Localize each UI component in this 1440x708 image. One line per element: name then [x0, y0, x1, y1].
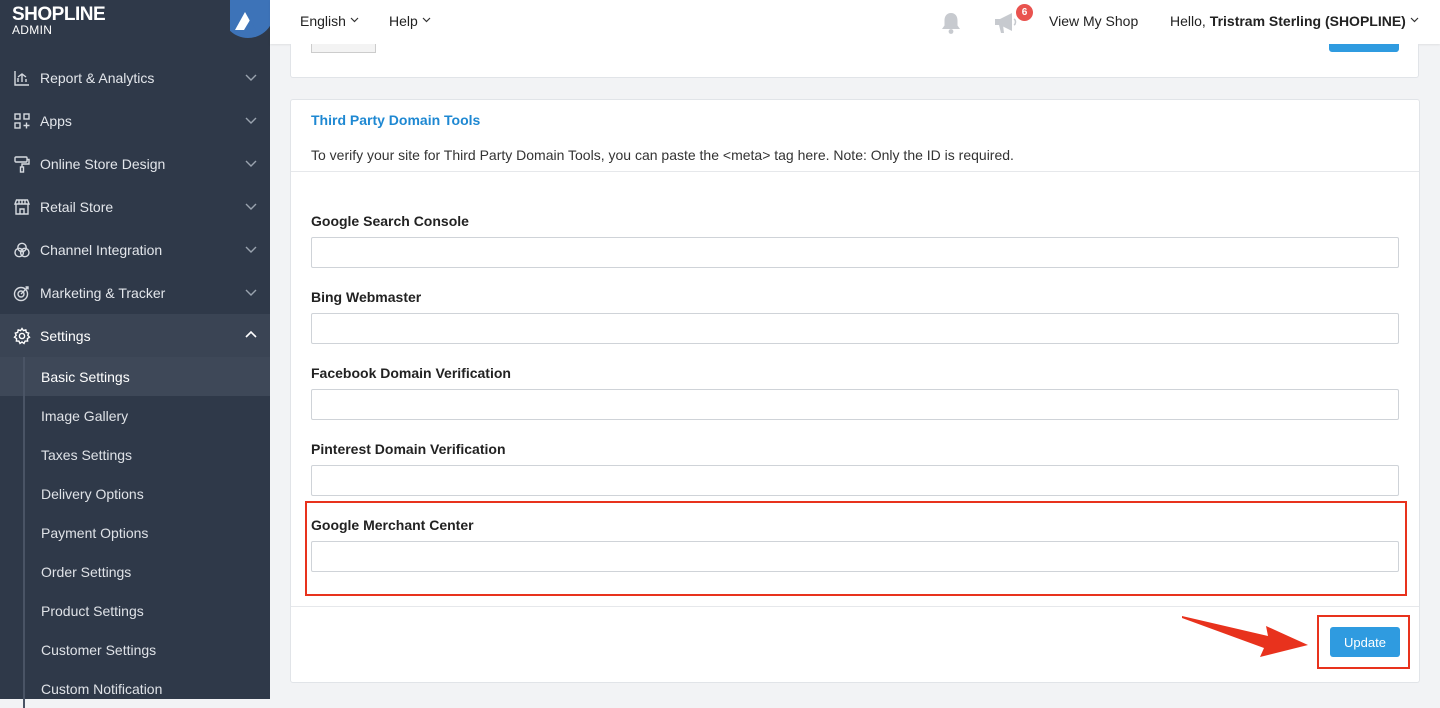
divider	[291, 606, 1419, 607]
sidebar-item-channel-integration[interactable]: Channel Integration	[0, 228, 270, 271]
brand-logo-text: SHOPLINE	[12, 4, 106, 25]
chart-icon	[12, 68, 32, 88]
sidebar-subitem-customer-settings[interactable]: Customer Settings	[0, 630, 270, 669]
chevron-down-icon	[244, 285, 258, 299]
target-icon	[12, 283, 32, 303]
help-label: Help	[389, 13, 418, 29]
chevron-down-icon	[244, 113, 258, 127]
chevron-down-icon	[350, 15, 359, 27]
card-description: To verify your site for Third Party Doma…	[311, 147, 1014, 163]
sidebar-item-label: Marketing & Tracker	[40, 284, 166, 301]
card-title: Third Party Domain Tools	[311, 112, 481, 128]
facebook-domain-verification-label: Facebook Domain Verification	[311, 365, 511, 381]
sidebar-item-retail-store[interactable]: Retail Store	[0, 185, 270, 228]
sidebar-item-settings[interactable]: Settings	[0, 314, 270, 357]
gear-icon	[12, 326, 32, 346]
help-dropdown[interactable]: Help	[389, 13, 431, 29]
chevron-down-icon	[244, 242, 258, 256]
chevron-down-icon	[1410, 15, 1419, 27]
top-bar: English Help 6 View My Shop Hello, Trist…	[270, 0, 1440, 44]
brand-mark-icon	[222, 0, 274, 38]
brand-logo[interactable]: SHOPLINE ADMIN	[12, 4, 252, 40]
sidebar-subitem-order-settings[interactable]: Order Settings	[0, 552, 270, 591]
sidebar-subitem-product-settings[interactable]: Product Settings	[0, 591, 270, 630]
language-label: English	[300, 13, 346, 29]
divider	[291, 171, 1419, 172]
google-search-console-input[interactable]	[311, 237, 1399, 268]
apps-icon	[12, 111, 32, 131]
store-icon	[12, 197, 32, 217]
sidebar-subitem-image-gallery[interactable]: Image Gallery	[0, 396, 270, 435]
bing-webmaster-label: Bing Webmaster	[311, 289, 422, 305]
sidebar-item-label: Channel Integration	[40, 241, 163, 258]
bell-icon[interactable]	[938, 10, 964, 36]
brand-logo-sub: ADMIN	[12, 23, 53, 37]
sidebar-item-label: Settings	[40, 327, 91, 344]
chevron-down-icon	[244, 70, 258, 84]
sidebar-subitem-taxes-settings[interactable]: Taxes Settings	[0, 435, 270, 474]
channel-icon	[12, 240, 32, 260]
chevron-down-icon	[422, 15, 431, 27]
google-merchant-center-input[interactable]	[311, 541, 1399, 572]
sidebar-item-label: Online Store Design	[40, 155, 166, 172]
notification-badge: 6	[1016, 4, 1033, 21]
sidebar-nav: Report & Analytics Apps Online Store Des…	[0, 56, 270, 708]
language-dropdown[interactable]: English	[300, 13, 359, 29]
paint-roller-icon	[12, 154, 32, 174]
previous-card-button[interactable]	[311, 44, 376, 53]
google-search-console-label: Google Search Console	[311, 213, 469, 229]
user-menu[interactable]: Hello, Tristram Sterling (SHOPLINE)	[1170, 13, 1419, 29]
bing-webmaster-input[interactable]	[311, 313, 1399, 344]
sidebar-subitem-custom-notification[interactable]: Custom Notification	[0, 669, 270, 708]
user-name: Tristram Sterling (SHOPLINE)	[1209, 13, 1406, 29]
sidebar-subitem-delivery-options[interactable]: Delivery Options	[0, 474, 270, 513]
sidebar-item-marketing-tracker[interactable]: Marketing & Tracker	[0, 271, 270, 314]
google-merchant-center-label: Google Merchant Center	[311, 517, 474, 533]
third-party-domain-tools-card: Third Party Domain Tools To verify your …	[290, 99, 1420, 683]
sidebar-subitem-basic-settings[interactable]: Basic Settings	[0, 357, 270, 396]
settings-submenu: Basic Settings Image Gallery Taxes Setti…	[0, 357, 270, 708]
chevron-down-icon	[244, 156, 258, 170]
chevron-down-icon	[244, 199, 258, 213]
facebook-domain-verification-input[interactable]	[311, 389, 1399, 420]
previous-card	[290, 44, 1419, 78]
pinterest-domain-verification-label: Pinterest Domain Verification	[311, 441, 506, 457]
sidebar-item-online-store-design[interactable]: Online Store Design	[0, 142, 270, 185]
view-my-shop-link[interactable]: View My Shop	[1049, 13, 1138, 29]
sidebar: SHOPLINE ADMIN Report & Analytics Apps O…	[0, 0, 274, 708]
previous-card-update-button[interactable]	[1329, 44, 1399, 52]
sidebar-item-label: Apps	[40, 112, 72, 129]
update-button[interactable]: Update	[1330, 627, 1400, 657]
sidebar-item-label: Report & Analytics	[40, 69, 155, 86]
chevron-up-icon	[244, 328, 258, 342]
pinterest-domain-verification-input[interactable]	[311, 465, 1399, 496]
greeting-text: Hello,	[1170, 13, 1206, 29]
sidebar-subitem-payment-options[interactable]: Payment Options	[0, 513, 270, 552]
sidebar-item-report-analytics[interactable]: Report & Analytics	[0, 56, 270, 99]
sidebar-item-apps[interactable]: Apps	[0, 99, 270, 142]
sidebar-item-label: Retail Store	[40, 198, 114, 215]
